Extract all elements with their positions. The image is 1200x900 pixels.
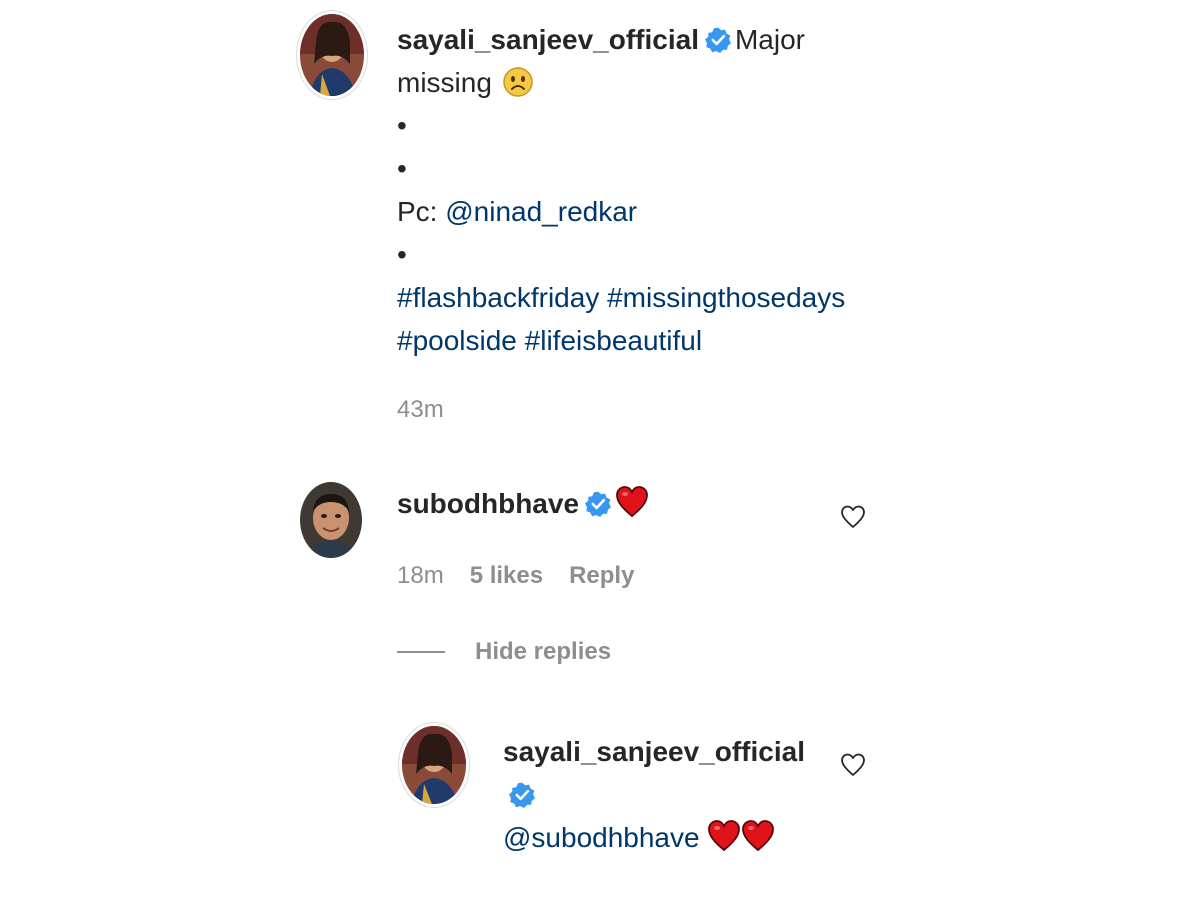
avatar-image	[402, 726, 466, 804]
red-heart-icon	[615, 485, 649, 519]
red-heart-icon	[707, 819, 741, 853]
reply-author-username[interactable]: sayali_sanjeev_official	[503, 736, 805, 767]
instagram-comments-view: sayali_sanjeev_official Major missing • •…	[0, 0, 1200, 900]
red-heart-icon	[741, 819, 775, 853]
comment-body: subodhbhave	[397, 482, 649, 525]
post-author-avatar[interactable]	[300, 14, 364, 96]
commenter-username[interactable]: subodhbhave	[397, 488, 579, 519]
hide-replies-label: Hide replies	[475, 638, 612, 665]
comment-like-heart-icon[interactable]	[839, 503, 867, 531]
verified-badge-icon	[509, 782, 535, 808]
replies-divider-line	[397, 651, 445, 653]
reply-button[interactable]: Reply	[569, 562, 634, 590]
post-author-username[interactable]: sayali_sanjeev_official	[397, 24, 699, 55]
caption-credit: Pc: @ninad_redkar	[397, 190, 857, 233]
reply-header: sayali_sanjeev_official	[503, 730, 823, 816]
avatar-image	[300, 14, 364, 96]
reply-like-heart-icon[interactable]	[839, 751, 867, 779]
avatar-image	[300, 482, 362, 558]
reply-author-avatar[interactable]	[402, 726, 466, 804]
verified-badge-icon	[704, 27, 731, 53]
post-timestamp[interactable]: 43m	[397, 396, 444, 424]
comment-timestamp[interactable]: 18m	[397, 562, 444, 590]
commenter-avatar[interactable]	[300, 482, 362, 558]
verified-badge-icon	[585, 491, 612, 517]
credit-prefix: Pc:	[397, 196, 446, 227]
caption-bullet: •	[397, 153, 407, 184]
reply-text: @subodhbhave	[503, 816, 823, 859]
comment-likes-count[interactable]: 5 likes	[470, 562, 543, 590]
caption-first-line: sayali_sanjeev_official Major missing	[397, 18, 857, 104]
credit-mention-link[interactable]: @ninad_redkar	[445, 196, 637, 227]
post-caption: sayali_sanjeev_official Major missing • •…	[397, 18, 857, 362]
reply-body: sayali_sanjeev_official @subodhbhave	[503, 730, 823, 859]
slightly-frowning-face-icon	[502, 66, 534, 98]
caption-bullet: •	[397, 110, 407, 141]
reply-mention-link[interactable]: @subodhbhave	[503, 822, 700, 853]
hashtags-line-1[interactable]: #flashbackfriday #missingthosedays	[397, 276, 857, 319]
comment-meta: 18m 5 likes Reply	[397, 562, 634, 590]
hashtags-line-2[interactable]: #poolside #lifeisbeautiful	[397, 319, 857, 362]
caption-bullet: •	[397, 239, 407, 270]
hide-replies-button[interactable]: Hide replies	[397, 638, 611, 666]
